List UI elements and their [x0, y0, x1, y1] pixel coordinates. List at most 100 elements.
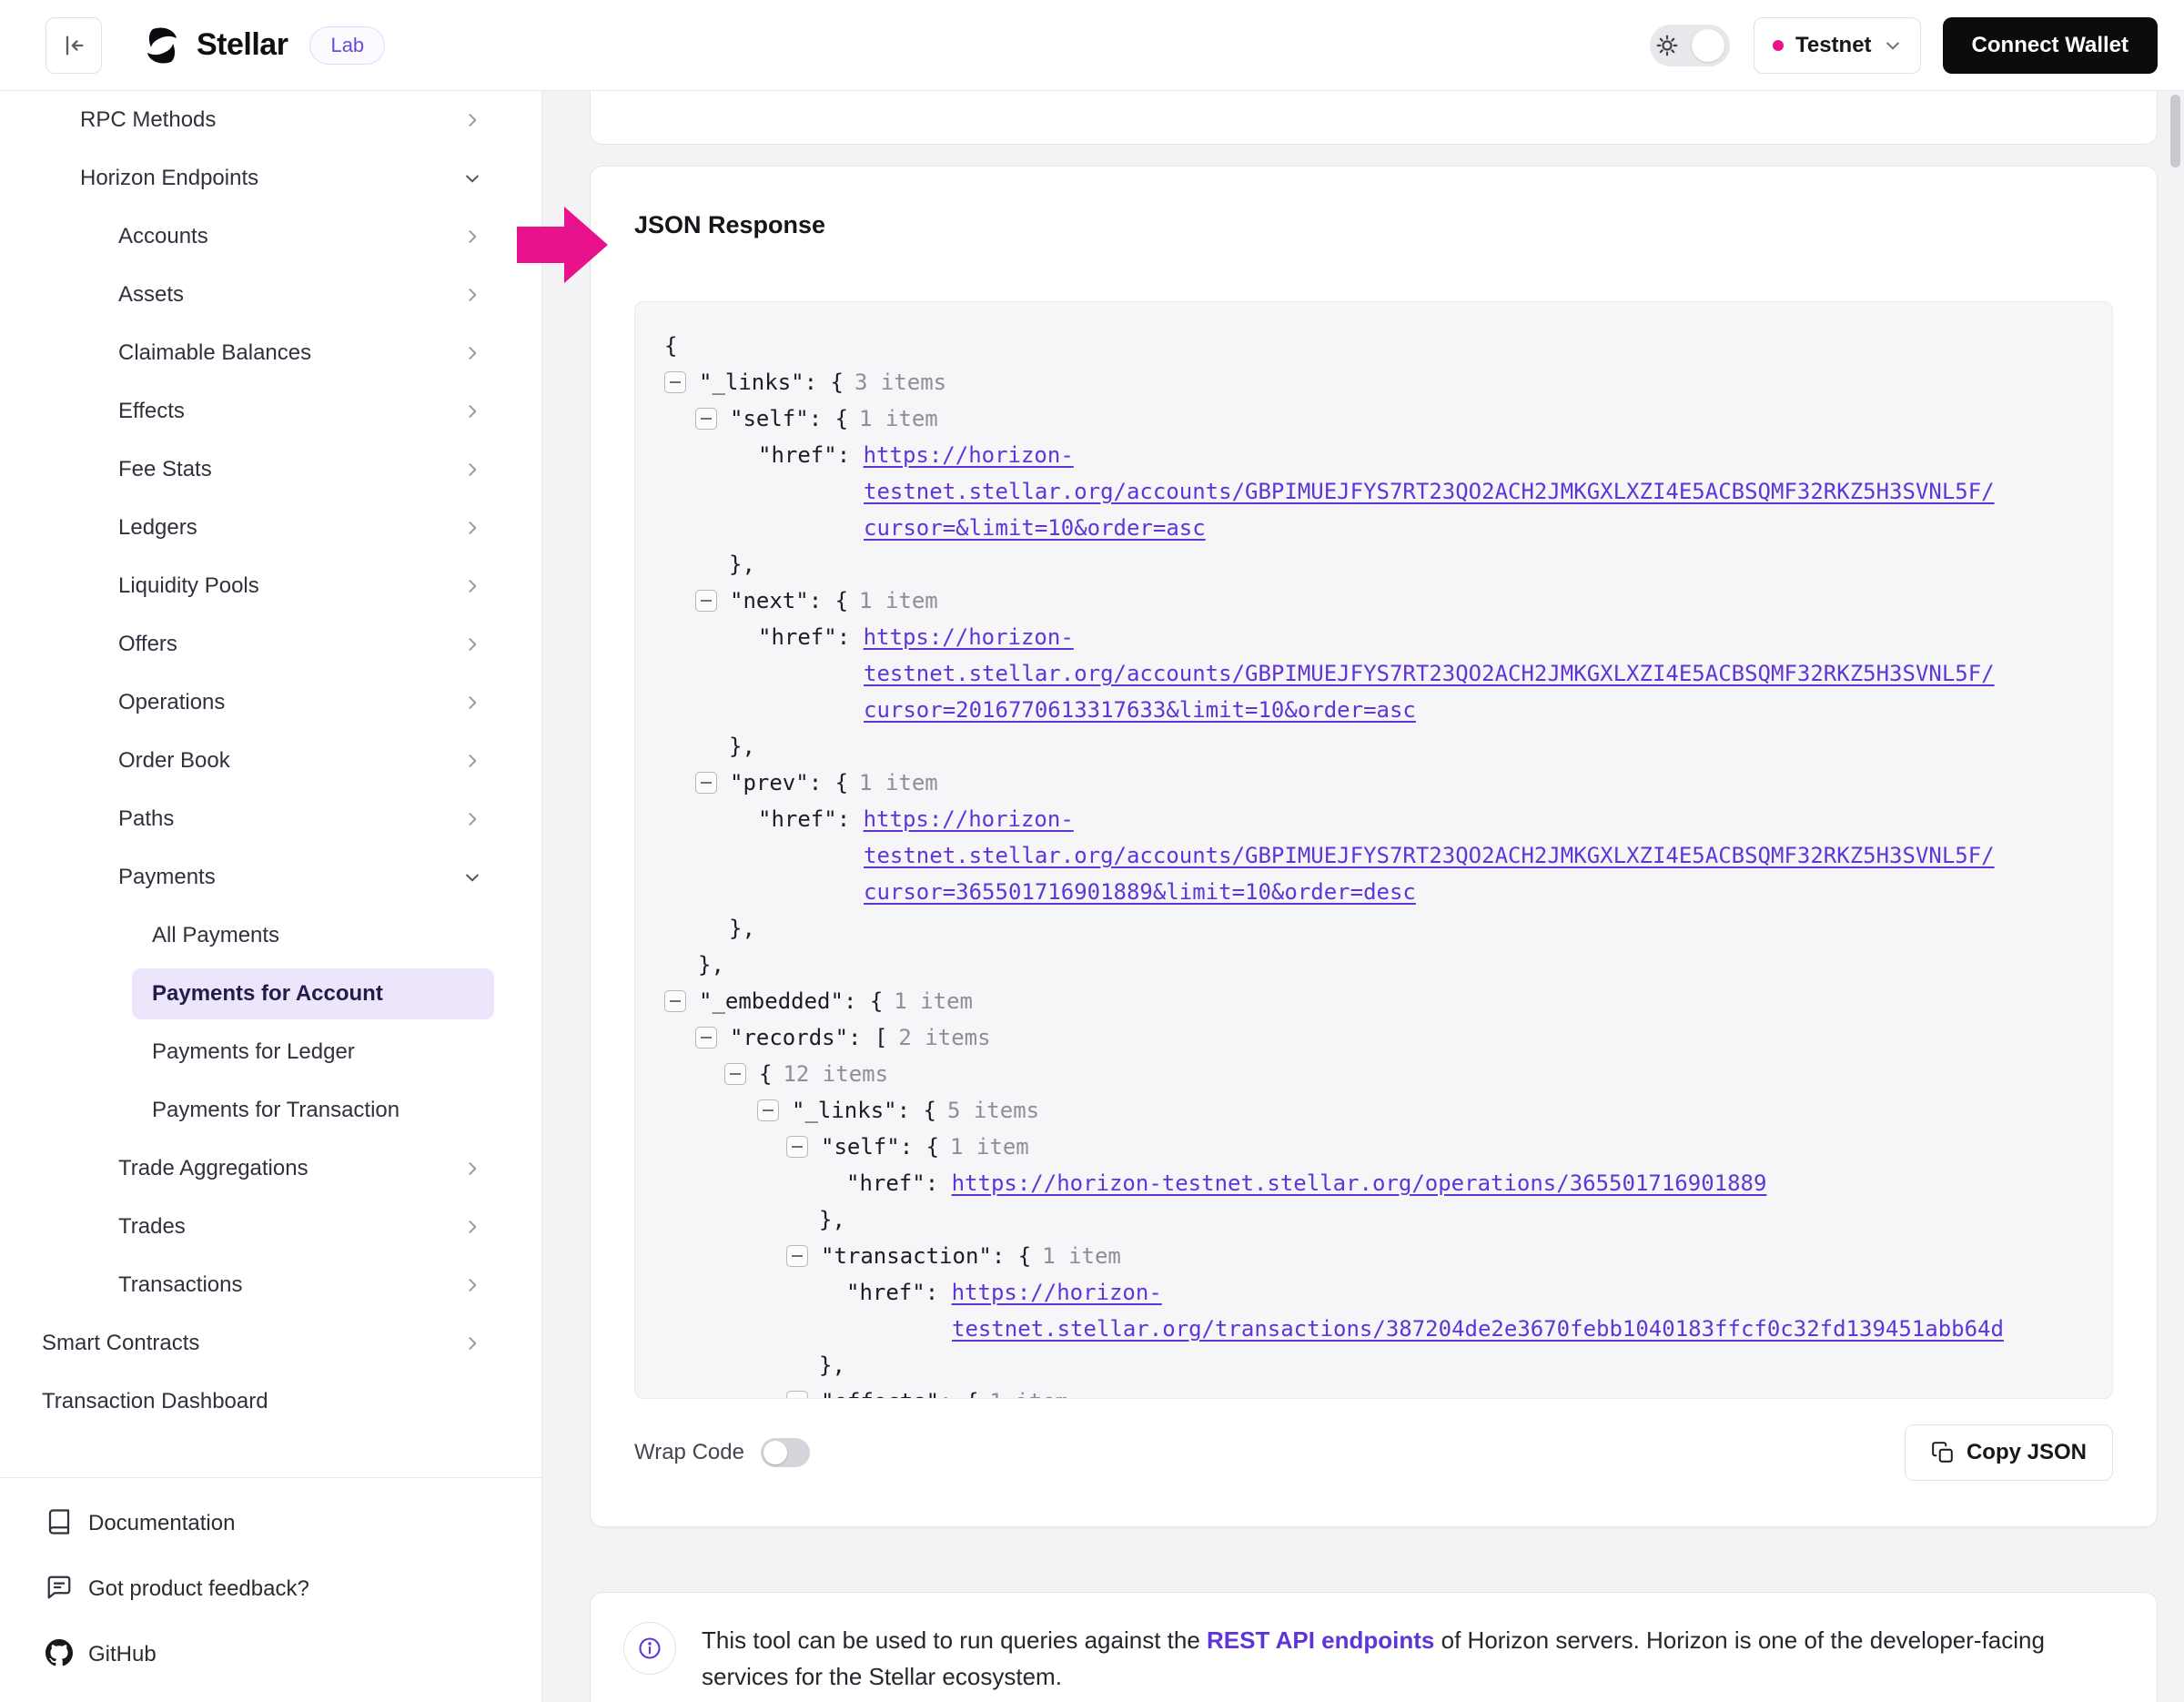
sidebar-item-label: Ledgers	[118, 515, 197, 541]
wrap-code-toggle[interactable]	[761, 1438, 810, 1467]
sidebar-item-label: Transaction Dashboard	[42, 1389, 268, 1414]
json-line: "_embedded": {1 item	[664, 983, 2083, 1019]
json-url-link[interactable]: https://horizon-testnet.stellar.org/oper…	[952, 1170, 1767, 1196]
sidebar-item-payments[interactable]: Payments	[0, 848, 541, 907]
chevron-icon	[463, 694, 481, 712]
sidebar-item-liquidity-pools[interactable]: Liquidity Pools	[0, 557, 541, 615]
chevron-right-icon	[463, 1160, 481, 1178]
json-url-link[interactable]: cursor=365501716901889&limit=10&order=de…	[864, 879, 1416, 905]
chevron-down-icon	[463, 868, 481, 886]
json-line: "transaction": {1 item	[664, 1238, 2083, 1274]
stellar-logo-link[interactable]: Stellar Lab	[140, 24, 385, 67]
chevron-icon	[463, 635, 481, 653]
sidebar-item-transactions[interactable]: Transactions	[0, 1256, 541, 1314]
json-line: "records": [2 items	[664, 1019, 2083, 1056]
json-line: testnet.stellar.org/accounts/GBPIMUEJFYS…	[664, 473, 2083, 510]
collapse-toggle-icon[interactable]	[786, 1136, 808, 1158]
sidebar-item-label: Claimable Balances	[118, 340, 311, 366]
sidebar-item-trades[interactable]: Trades	[0, 1198, 541, 1256]
sidebar-item-payments-for-account[interactable]: Payments for Account	[0, 965, 541, 1023]
sidebar-footer-documentation[interactable]: Documentation	[46, 1491, 541, 1556]
chevron-right-icon	[463, 519, 481, 537]
chevron-icon	[463, 111, 481, 129]
network-selector[interactable]: Testnet	[1754, 17, 1921, 74]
sidebar-item-ledgers[interactable]: Ledgers	[0, 499, 541, 557]
sidebar-item-label: Horizon Endpoints	[80, 166, 258, 191]
json-url-link[interactable]: testnet.stellar.org/accounts/GBPIMUEJFYS…	[864, 479, 1995, 504]
sidebar-item-label: Fee Stats	[118, 457, 212, 482]
info-text-before: This tool can be used to run queries aga…	[702, 1626, 1207, 1654]
sidebar-item-paths[interactable]: Paths	[0, 790, 541, 848]
collapse-sidebar-button[interactable]	[46, 17, 102, 74]
item-count-label: 1 item	[950, 1134, 1029, 1160]
collapse-toggle-icon[interactable]	[786, 1391, 808, 1399]
json-line: },	[664, 728, 2083, 765]
collapse-toggle-icon[interactable]	[724, 1063, 746, 1085]
sidebar-item-accounts[interactable]: Accounts	[0, 208, 541, 266]
json-url-link[interactable]: testnet.stellar.org/accounts/GBPIMUEJFYS…	[864, 661, 1995, 686]
sidebar-item-rpc-methods[interactable]: RPC Methods	[0, 91, 541, 149]
rest-api-endpoints-link[interactable]: REST API endpoints	[1207, 1626, 1434, 1654]
json-line: },	[664, 910, 2083, 947]
chevron-icon	[463, 1334, 481, 1352]
sidebar-item-operations[interactable]: Operations	[0, 674, 541, 732]
json-url-link[interactable]: https://horizon-	[864, 442, 1074, 468]
collapse-toggle-icon[interactable]	[695, 1027, 717, 1049]
chevron-icon	[463, 344, 481, 362]
sidebar-footer-github[interactable]: GitHub	[46, 1622, 541, 1687]
collapse-toggle-icon[interactable]	[664, 990, 686, 1012]
json-url-link[interactable]: testnet.stellar.org/accounts/GBPIMUEJFYS…	[864, 843, 1995, 868]
sidebar-item-fee-stats[interactable]: Fee Stats	[0, 441, 541, 499]
sidebar-item-all-payments[interactable]: All Payments	[0, 907, 541, 965]
sidebar-item-horizon-endpoints[interactable]: Horizon Endpoints	[0, 149, 541, 208]
sidebar-item-offers[interactable]: Offers	[0, 615, 541, 674]
json-line: testnet.stellar.org/accounts/GBPIMUEJFYS…	[664, 655, 2083, 692]
json-url-link[interactable]: testnet.stellar.org/transactions/387204d…	[952, 1316, 2004, 1342]
json-text: },	[729, 734, 755, 759]
sidebar-item-effects[interactable]: Effects	[0, 382, 541, 441]
scrollbar-thumb[interactable]	[2170, 95, 2180, 167]
info-card: This tool can be used to run queries aga…	[590, 1592, 2158, 1702]
connect-wallet-button[interactable]: Connect Wallet	[1943, 17, 2158, 74]
sidebar-footer-label: Documentation	[88, 1511, 235, 1536]
json-line: "_links": {3 items	[664, 364, 2083, 400]
json-text: "href":	[758, 442, 864, 468]
collapse-toggle-icon[interactable]	[757, 1099, 779, 1121]
chevron-icon	[463, 402, 481, 420]
sidebar: RPC Methods Horizon Endpoints Accounts A…	[0, 91, 542, 1702]
item-count-label: 5 items	[947, 1098, 1039, 1123]
sidebar-item-payments-for-transaction[interactable]: Payments for Transaction	[0, 1081, 541, 1140]
json-url-link[interactable]: https://horizon-	[864, 806, 1074, 832]
sidebar-item-label: Effects	[118, 399, 185, 424]
json-url-link[interactable]: https://horizon-	[864, 624, 1074, 650]
theme-toggle[interactable]	[1650, 25, 1730, 66]
copy-json-button[interactable]: Copy JSON	[1905, 1424, 2113, 1481]
chevron-icon	[463, 577, 481, 595]
json-line: cursor=365501716901889&limit=10&order=de…	[664, 874, 2083, 910]
sidebar-item-payments-for-ledger[interactable]: Payments for Ledger	[0, 1023, 541, 1081]
info-text: This tool can be used to run queries aga…	[702, 1622, 2124, 1695]
sidebar-footer-got-product-feedback[interactable]: Got product feedback?	[46, 1556, 541, 1622]
sidebar-item-smart-contracts[interactable]: Smart Contracts	[0, 1314, 541, 1373]
sidebar-item-claimable-balances[interactable]: Claimable Balances	[0, 324, 541, 382]
json-url-link[interactable]: cursor=&limit=10&order=asc	[864, 515, 1206, 541]
json-line: "next": {1 item	[664, 583, 2083, 619]
json-url-link[interactable]: cursor=2016770613317633&limit=10&order=a…	[864, 697, 1416, 723]
chevron-icon	[463, 810, 481, 828]
sidebar-item-trade-aggregations[interactable]: Trade Aggregations	[0, 1140, 541, 1198]
collapse-toggle-icon[interactable]	[695, 590, 717, 612]
json-response-card: JSON Response {"_links": {3 items"self":…	[590, 166, 2158, 1527]
collapse-toggle-icon[interactable]	[664, 371, 686, 393]
chevron-icon	[463, 1276, 481, 1294]
network-name: Testnet	[1795, 33, 1872, 58]
book-icon	[46, 1508, 73, 1535]
collapse-toggle-icon[interactable]	[786, 1245, 808, 1267]
sidebar-item-order-book[interactable]: Order Book	[0, 732, 541, 790]
json-text: },	[819, 1207, 845, 1232]
sidebar-item-transaction-dashboard[interactable]: Transaction Dashboard	[0, 1373, 541, 1431]
sidebar-item-assets[interactable]: Assets	[0, 266, 541, 324]
json-url-link[interactable]: https://horizon-	[952, 1280, 1162, 1305]
collapse-toggle-icon[interactable]	[695, 772, 717, 794]
json-code-viewer[interactable]: {"_links": {3 items"self": {1 item"href"…	[634, 301, 2113, 1399]
collapse-toggle-icon[interactable]	[695, 408, 717, 430]
